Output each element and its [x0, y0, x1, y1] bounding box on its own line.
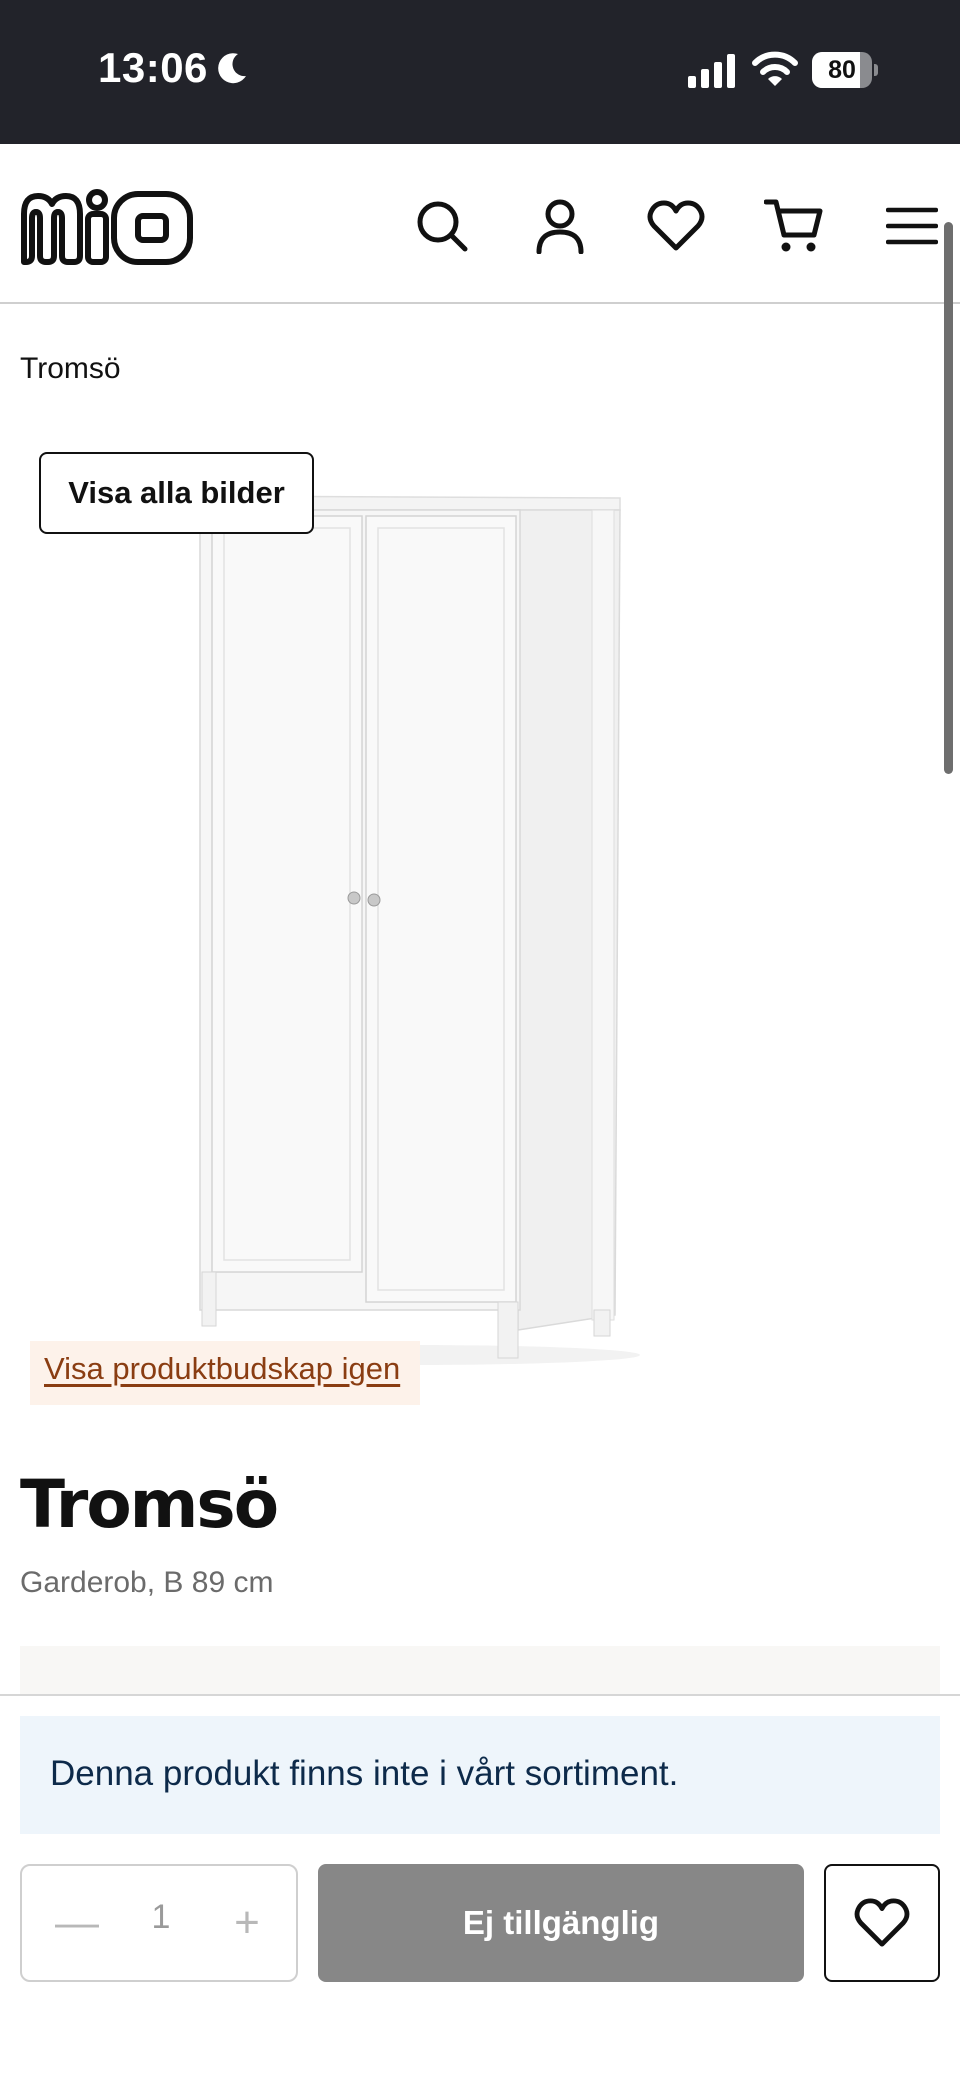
page-scrollbar[interactable] — [944, 222, 953, 774]
product-image-wardrobe[interactable] — [150, 470, 650, 1370]
unavailable-notice: Denna produkt finns inte i vårt sortimen… — [20, 1716, 940, 1834]
product-messages-banner: Visa produktbudskap igen — [30, 1341, 420, 1405]
site-header — [0, 144, 960, 304]
quantity-stepper: — 1 + — [20, 1864, 298, 1982]
battery-icon: 80 — [812, 52, 878, 88]
sticky-purchase-bar: Denna produkt finns inte i vårt sortimen… — [0, 1694, 960, 2081]
menu-icon[interactable] — [882, 196, 942, 256]
unavailable-notice-text: Denna produkt finns inte i vårt sortimen… — [50, 1754, 679, 1793]
mio-logo[interactable] — [18, 186, 196, 268]
show-all-images-button[interactable]: Visa alla bilder — [39, 452, 314, 534]
info-panel-edge — [20, 1646, 940, 1694]
show-product-messages-link[interactable]: Visa produktbudskap igen — [44, 1351, 400, 1387]
quantity-value[interactable]: 1 — [122, 1898, 200, 1937]
account-icon[interactable] — [530, 196, 590, 256]
status-bar: 13:06 80 — [0, 0, 960, 144]
battery-percent: 80 — [828, 56, 856, 84]
wifi-icon — [752, 51, 798, 86]
add-to-cart-button[interactable]: Ej tillgänglig — [318, 1864, 804, 1982]
moon-icon — [218, 53, 246, 84]
status-time: 13:06 — [98, 44, 208, 91]
cart-icon[interactable] — [764, 196, 824, 256]
decrease-quantity-button[interactable]: — — [52, 1896, 102, 1950]
heart-icon — [854, 1898, 910, 1947]
heart-icon[interactable] — [646, 196, 706, 256]
breadcrumb[interactable]: Tromsö — [20, 352, 121, 386]
product-subtitle: Garderob, B 89 cm — [20, 1566, 274, 1599]
product-title: Tromsö — [20, 1466, 279, 1543]
favorite-button[interactable] — [824, 1864, 940, 1982]
signal-icon — [688, 54, 735, 88]
increase-quantity-button[interactable]: + — [222, 1896, 272, 1950]
search-icon[interactable] — [412, 196, 472, 256]
